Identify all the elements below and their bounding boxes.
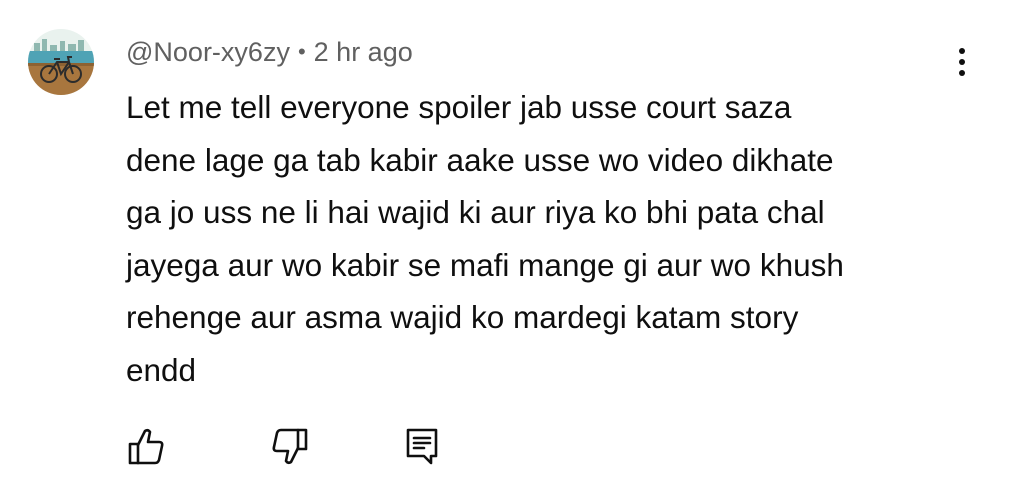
separator-dot: • <box>297 39 306 64</box>
comment-text-line: endd <box>126 351 197 388</box>
comment-header: @Noor-xy6zy • 2 hr ago <box>126 32 413 72</box>
comment-text-line: dene lage ga tab kabir aake usse wo vide… <box>126 141 834 178</box>
reply-button[interactable] <box>400 424 444 468</box>
timestamp[interactable]: 2 hr ago <box>314 37 413 68</box>
more-vert-icon <box>959 48 965 54</box>
avatar[interactable] <box>28 29 94 95</box>
comment-text-line: jayega aur wo kabir se mafi mange gi aur… <box>126 246 844 283</box>
comment-item: @Noor-xy6zy • 2 hr ago Let me tell every… <box>0 0 1024 482</box>
comment-text-line: ga jo uss ne li hai wajid ki aur riya ko… <box>126 194 825 230</box>
author-name[interactable]: @Noor-xy6zy <box>126 37 290 68</box>
comment-icon <box>406 428 438 465</box>
comment-text-line: Let me tell everyone spoiler jab usse co… <box>126 89 792 125</box>
thumbs-down-icon <box>272 428 308 465</box>
thumbs-up-icon <box>128 428 164 465</box>
comment-text-line: rehenge aur asma wajid ko mardegi katam … <box>126 299 799 335</box>
like-button[interactable] <box>124 424 168 468</box>
more-options-button[interactable] <box>944 40 980 84</box>
bicycle-icon <box>28 29 94 95</box>
comment-text: Let me tell everyone spoiler jab usse co… <box>126 81 956 396</box>
more-vert-icon-dot <box>959 70 965 76</box>
dislike-button[interactable] <box>268 424 312 468</box>
more-vert-icon-dot <box>959 59 965 65</box>
